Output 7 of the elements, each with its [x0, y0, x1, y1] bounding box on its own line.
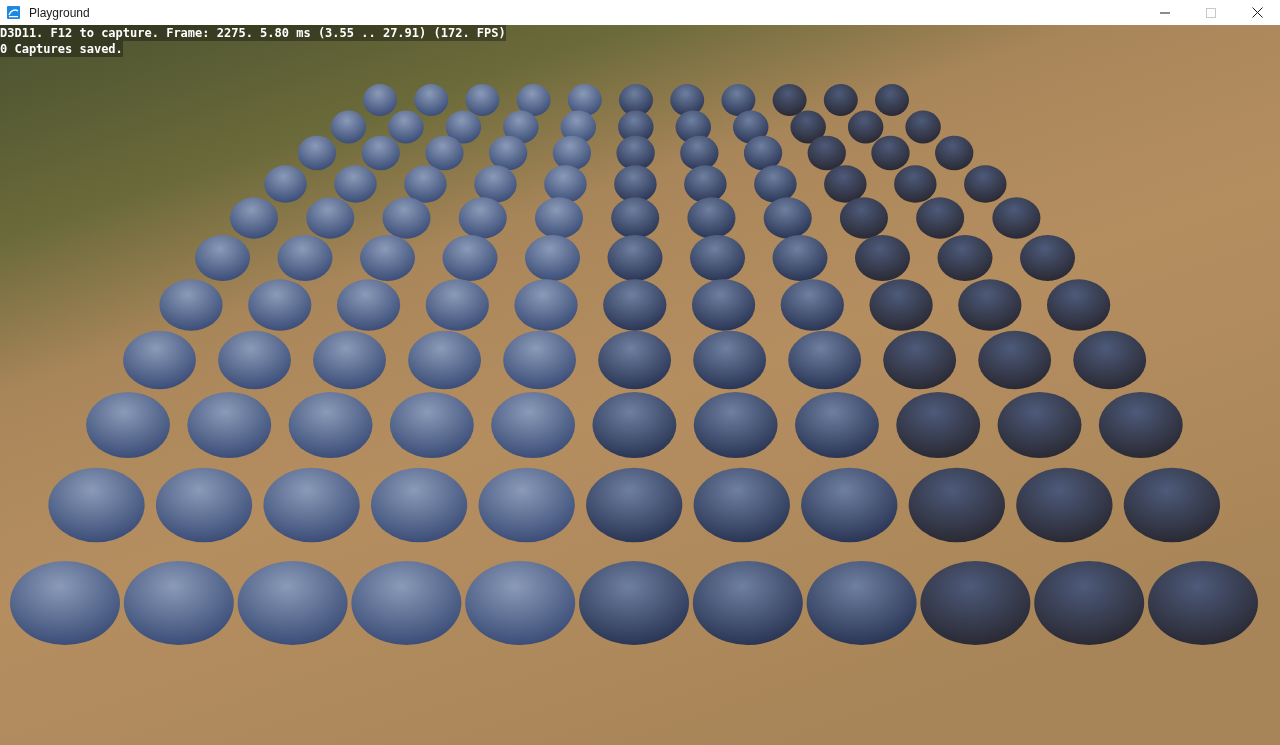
overlay-text: 0 Captures saved. — [0, 41, 123, 57]
window-title: Playground — [29, 4, 90, 22]
close-icon — [1251, 7, 1263, 18]
app-icon — [7, 6, 20, 19]
minimize-icon — [1160, 11, 1170, 14]
overlay-text: D3D11. F12 to capture. Frame: 2275. 5.80 ms (3.55 .. 27.91) (172. FPS) — [0, 25, 506, 41]
maximize-icon — [1206, 7, 1216, 18]
